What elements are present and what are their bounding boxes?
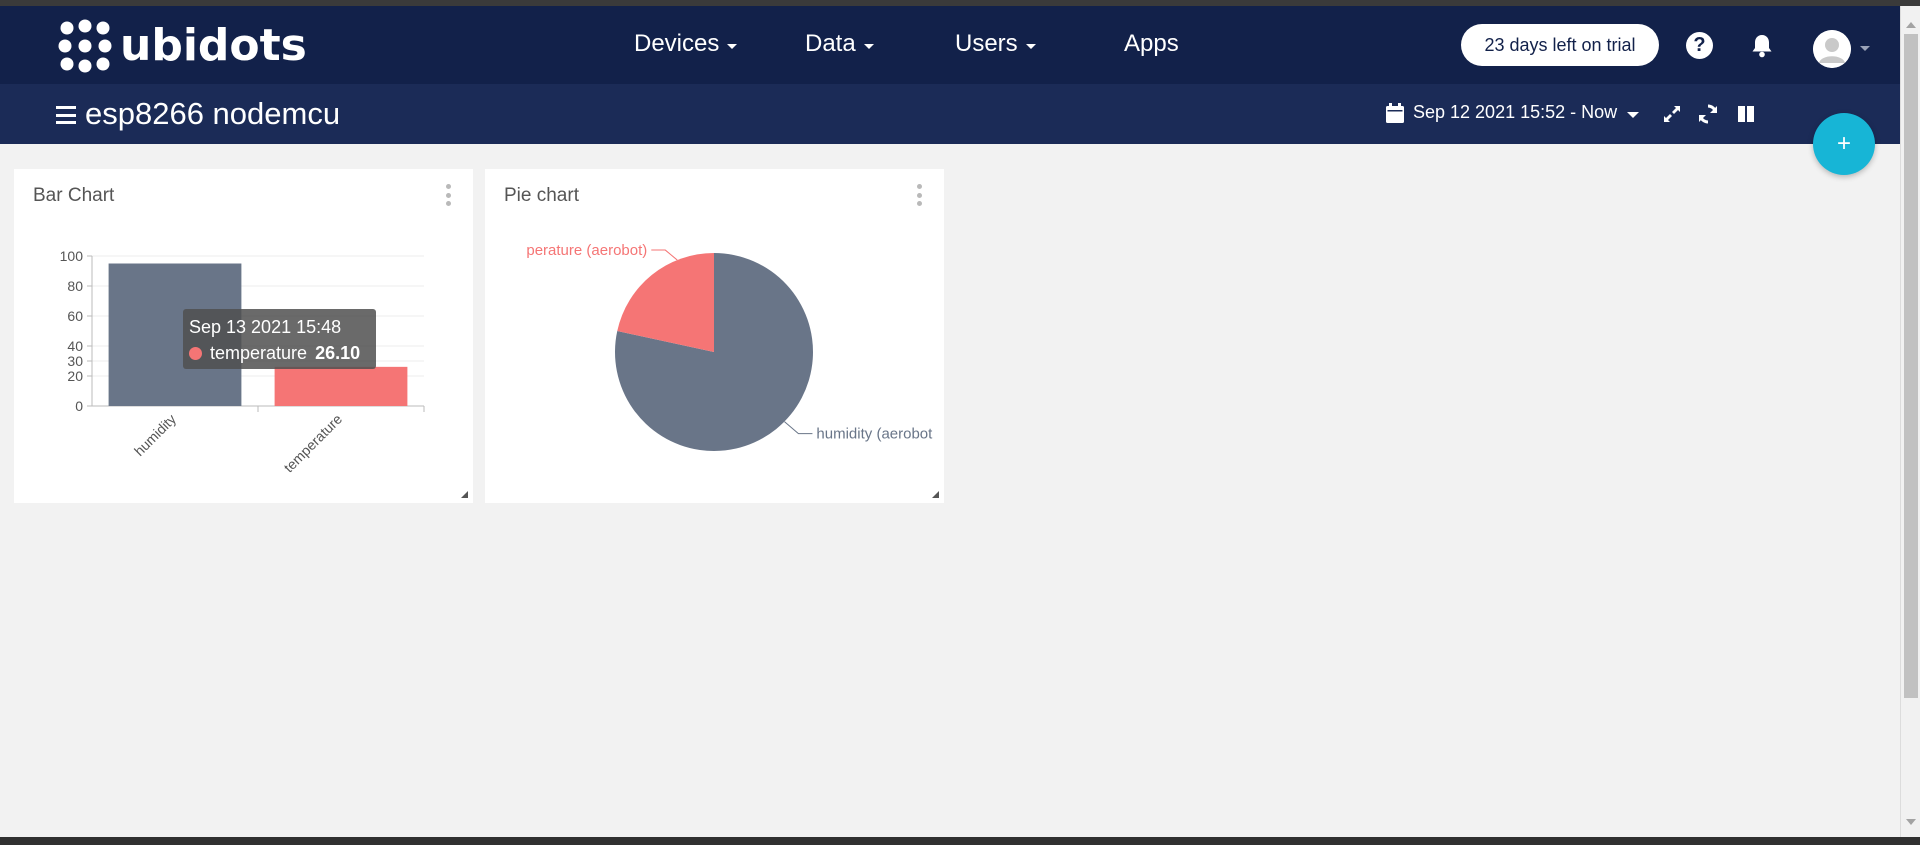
logo-text: ubidots [120, 20, 307, 71]
avatar-caret-down-icon[interactable] [1860, 46, 1870, 51]
date-range-picker[interactable]: Sep 12 2021 15:52 - Now [1413, 102, 1640, 123]
scroll-down-arrow-icon[interactable] [1906, 819, 1916, 825]
page-scrollbar[interactable] [1900, 6, 1920, 837]
resize-handle-icon[interactable] [932, 491, 939, 498]
ubidots-logo[interactable]: ubidots [58, 18, 307, 74]
columns-icon[interactable] [1735, 103, 1757, 125]
bar-temperature [274, 366, 408, 406]
date-range-label: Sep 12 2021 15:52 - Now [1413, 102, 1618, 122]
caret-down-icon [727, 43, 738, 49]
trial-badge-button[interactable]: 23 days left on trial [1461, 24, 1659, 66]
dashboard-title[interactable]: esp8266 nodemcu [85, 96, 340, 132]
caret-down-icon [863, 43, 874, 49]
dashboard-header: esp8266 nodemcu Sep 12 2021 15:52 - Now [0, 84, 1900, 144]
browser-bottom-edge [0, 837, 1920, 845]
hamburger-menu-icon[interactable] [56, 106, 76, 124]
logo-dots-icon [58, 19, 112, 73]
tooltip-date: Sep 13 2021 15:48 [189, 317, 342, 337]
top-navbar: ubidots Devices Data Users Apps 23 days … [0, 6, 1900, 84]
series-dot-icon [189, 347, 202, 360]
add-widget-button[interactable]: + [1813, 113, 1875, 175]
refresh-icon[interactable] [1697, 103, 1719, 125]
nav-data-label: Data [805, 30, 856, 57]
calendar-icon[interactable] [1386, 103, 1404, 123]
nav-devices-label: Devices [634, 30, 720, 57]
pie-label-line [784, 421, 813, 435]
nav-users-label: Users [955, 30, 1018, 57]
caret-down-icon [1025, 43, 1036, 49]
help-icon[interactable]: ? [1686, 32, 1713, 59]
y-tick-label: 20 [67, 368, 83, 384]
nav-users[interactable]: Users [955, 30, 1036, 58]
pie-label-line [651, 249, 678, 261]
nav-apps-label: Apps [1124, 30, 1179, 57]
x-tick-label: humidity [131, 411, 179, 459]
tooltip-line: temperature 26.10 [189, 343, 360, 364]
y-tick-label: 30 [67, 353, 83, 369]
tooltip-value: 26.10 [315, 343, 361, 363]
scroll-up-arrow-icon[interactable] [1906, 22, 1916, 28]
caret-down-icon [1627, 111, 1640, 118]
x-tick-label: temperature [280, 411, 345, 476]
resize-handle-icon[interactable] [461, 491, 468, 498]
bell-icon[interactable] [1748, 32, 1776, 60]
y-tick-label: 80 [67, 278, 83, 294]
y-tick-label: 60 [67, 308, 83, 324]
nav-devices[interactable]: Devices [634, 30, 738, 58]
nav-apps[interactable]: Apps [1124, 30, 1179, 58]
user-avatar[interactable] [1813, 30, 1851, 68]
pie-label: humidity (aerobot [816, 426, 933, 443]
pie-chart-svg: humidity (aerobot perature (aerobot) [526, 242, 933, 451]
expand-icon[interactable] [1661, 103, 1683, 125]
nav-data[interactable]: Data [805, 30, 874, 58]
tooltip-series: temperature [210, 343, 308, 363]
pie-chart-widget[interactable]: Pie chart humidity (aerobot perature (aer… [485, 169, 944, 503]
chart-tooltip: Sep 13 2021 15:48 temperature 26.10 [183, 309, 376, 369]
user-silhouette-icon [1813, 30, 1851, 68]
y-tick-label: 40 [67, 338, 83, 354]
y-tick-label: 0 [75, 398, 83, 414]
pie-label: perature (aerobot) [526, 242, 647, 259]
y-tick-label: 100 [60, 248, 84, 264]
scroll-thumb[interactable] [1904, 34, 1918, 698]
